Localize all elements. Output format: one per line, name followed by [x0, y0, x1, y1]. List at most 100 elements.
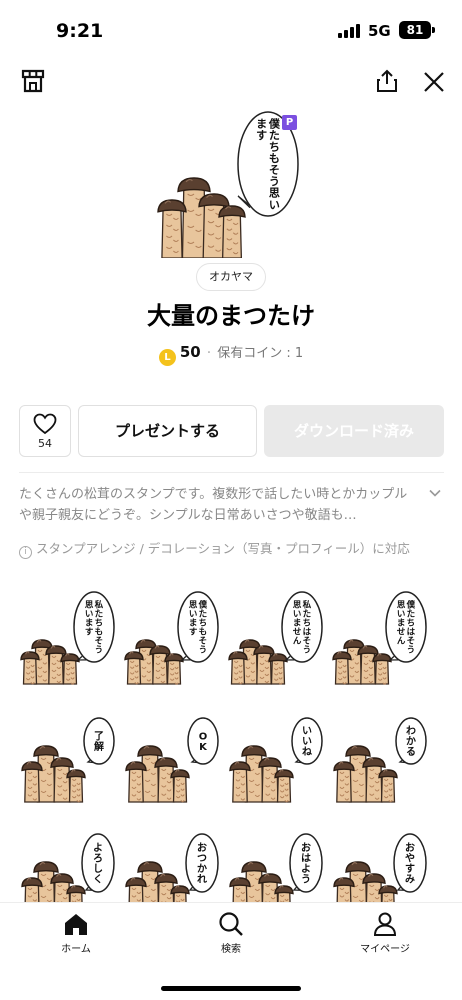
close-icon[interactable]	[421, 69, 447, 95]
sticker-item[interactable]: OK	[122, 704, 226, 808]
author-chip[interactable]: オカヤマ	[196, 263, 266, 291]
shop-icon[interactable]	[20, 68, 46, 94]
svg-text:す: す	[189, 627, 198, 637]
svg-text:O: O	[199, 731, 208, 742]
svg-text:う: う	[407, 645, 416, 655]
sticker-item[interactable]: おはよう	[226, 820, 330, 908]
sticker-item[interactable]: 了解	[18, 704, 122, 808]
svg-text:う: う	[301, 873, 311, 885]
sticker-item[interactable]: よろしく	[18, 820, 122, 908]
price-row: L 50 · 保有コイン : 1	[0, 342, 462, 366]
svg-text:わ: わ	[406, 725, 416, 737]
sticker-item[interactable]: 私たちもそう思います	[18, 588, 122, 692]
svg-text:ね: ね	[302, 746, 312, 758]
svg-text:う: う	[199, 645, 208, 655]
svg-text:よ: よ	[93, 842, 103, 854]
home-indicator	[161, 986, 301, 991]
owned-coins: 保有コイン : 1	[217, 346, 304, 361]
download-button[interactable]: ダウンロード済み	[264, 405, 444, 457]
svg-text:つ: つ	[197, 853, 207, 864]
status-time: 9:21	[56, 20, 104, 42]
price: 50	[179, 343, 201, 361]
author-chip-wrap: オカヤマ	[0, 263, 462, 291]
present-button[interactable]: プレゼントする	[78, 405, 257, 457]
svg-text:う: う	[303, 645, 312, 655]
like-count: 54	[38, 437, 52, 450]
battery-nub	[432, 27, 435, 33]
info-icon: i	[19, 546, 32, 559]
svg-text:し: し	[93, 863, 103, 875]
svg-text:れ: れ	[197, 873, 207, 885]
svg-text:る: る	[406, 746, 416, 758]
search-icon	[219, 912, 243, 936]
sticker-image: OK	[125, 717, 219, 803]
svg-text:や: や	[405, 852, 415, 864]
sticker-image: わかる	[333, 717, 427, 803]
svg-text:い: い	[269, 198, 280, 211]
sticker-image: 了解	[21, 717, 115, 803]
svg-text:い: い	[302, 737, 312, 748]
sticker-image: よろしく	[21, 833, 115, 908]
premium-badge: P	[282, 115, 297, 130]
divider	[19, 472, 444, 473]
svg-text:か: か	[406, 736, 416, 748]
sticker-item[interactable]: わかる	[330, 704, 434, 808]
svg-text:い: い	[302, 726, 312, 737]
svg-text:お: お	[301, 842, 311, 854]
sticker-image: おはよう	[229, 833, 323, 908]
chevron-down-icon[interactable]	[428, 486, 442, 500]
svg-text:K: K	[199, 742, 208, 753]
tab-mypage-label: マイページ	[360, 944, 410, 955]
heart-icon	[33, 413, 57, 435]
svg-text:み: み	[405, 873, 415, 885]
sticker-image: いいね	[229, 717, 323, 803]
sticker-item[interactable]: 僕たちはそう思いません	[330, 588, 434, 692]
sticker-image: おやすみ	[333, 833, 427, 908]
svg-text:う: う	[95, 645, 104, 655]
tab-home[interactable]: ホーム	[31, 911, 121, 955]
home-icon	[65, 914, 87, 935]
network-type: 5G	[368, 22, 391, 40]
separator-dot: ·	[206, 345, 212, 361]
sticker-item[interactable]: いいね	[226, 704, 330, 808]
share-icon[interactable]	[374, 68, 400, 94]
hero-sticker-image: 僕たちもそう思います	[157, 111, 299, 258]
sticker-image: 僕たちもそう思います	[124, 591, 219, 685]
sticker-item[interactable]: おつかれ	[122, 820, 226, 908]
arrange-note-text: スタンプアレンジ / デコレーション（写真・プロフィール）に対応	[36, 541, 410, 556]
sticker-image: おつかれ	[125, 833, 219, 908]
svg-text:す: す	[256, 129, 267, 142]
tab-mypage[interactable]: マイページ	[340, 911, 430, 955]
person-icon	[373, 912, 397, 936]
sticker-image: 私たちもそう思います	[20, 591, 115, 685]
coin-icon: L	[158, 349, 176, 366]
svg-text:了: 了	[94, 730, 104, 742]
tab-search[interactable]: 検索	[186, 911, 276, 955]
description: たくさんの松茸のスタンプです。複数形で話したい時とかカップルや親子親友にどうぞ。…	[19, 487, 408, 523]
svg-text:ろ: ろ	[93, 852, 103, 864]
sticker-item[interactable]: 僕たちもそう思います	[122, 588, 226, 692]
svg-text:解: 解	[94, 740, 104, 753]
svg-text:よ: よ	[301, 863, 311, 875]
like-button[interactable]: 54	[19, 405, 71, 457]
svg-text:お: お	[405, 842, 415, 854]
svg-text:く: く	[93, 873, 103, 885]
sticker-title: 大量のまつたけ	[147, 302, 315, 330]
svg-text:は: は	[301, 852, 311, 864]
svg-text:か: か	[197, 863, 207, 875]
tab-search-label: 検索	[221, 944, 241, 955]
svg-text:お: お	[197, 842, 207, 854]
sticker-grid: 私たちもそう思います僕たちもそう思います私たちはそう思いません僕たちはそう思いま…	[18, 588, 448, 908]
svg-text:す: す	[405, 863, 415, 875]
sticker-image: 僕たちはそう思いません	[332, 591, 427, 685]
cellular-signal-icon	[338, 24, 362, 38]
sticker-item[interactable]: おやすみ	[330, 820, 434, 908]
sticker-hero: 僕たちもそう思います P	[0, 108, 462, 258]
top-navigation	[0, 60, 462, 106]
svg-text:す: す	[85, 627, 94, 637]
status-bar: 9:21 5G 81	[0, 0, 462, 60]
sticker-item[interactable]: 私たちはそう思いません	[226, 588, 330, 692]
svg-text:ん: ん	[293, 636, 302, 646]
battery-icon: 81	[399, 21, 431, 39]
svg-text:ん: ん	[397, 636, 406, 646]
